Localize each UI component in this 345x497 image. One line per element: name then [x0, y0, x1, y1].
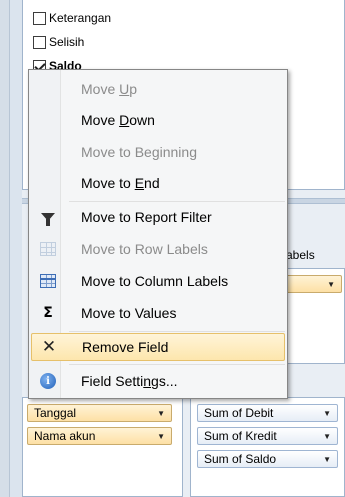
dropdown-arrow-icon[interactable]: ▼	[327, 280, 335, 289]
menu-item-label: Move Down	[81, 112, 155, 128]
pill-label: Sum of Kredit	[204, 429, 277, 443]
value-field-pill-debit[interactable]: Sum of Debit ▼	[197, 404, 338, 422]
menu-item-move-to-end[interactable]: Move to End	[31, 169, 285, 197]
field-label: Keterangan	[49, 11, 112, 25]
remove-icon: ✕	[41, 337, 57, 357]
column-labels-header: abels	[286, 248, 315, 262]
menu-item-move-to-report-filter[interactable]: Move to Report Filter	[31, 203, 285, 231]
value-field-pill-kredit[interactable]: Sum of Kredit ▼	[197, 427, 338, 445]
field-checkbox[interactable]	[33, 11, 46, 25]
row-field-pill-tanggal[interactable]: Tanggal ▼	[27, 404, 172, 422]
field-checkbox[interactable]	[33, 35, 46, 49]
menu-separator	[69, 364, 285, 365]
menu-separator	[69, 201, 285, 202]
field-item-selisih[interactable]: Selisih	[33, 32, 84, 52]
sigma-icon: Σ	[43, 305, 53, 321]
menu-item-label: Move to Values	[81, 305, 177, 321]
field-label: Selisih	[49, 35, 85, 49]
menu-item-move-down[interactable]: Move Down	[31, 106, 285, 134]
row-labels-zone[interactable]: Tanggal ▼ Nama akun ▼	[22, 397, 183, 497]
menu-item-field-settings[interactable]: i Field Settings...	[31, 367, 285, 395]
menu-item-label: Move to End	[81, 175, 160, 191]
menu-item-label: Move to Beginning	[81, 144, 197, 160]
menu-item-move-to-beginning[interactable]: Move to Beginning	[31, 138, 285, 166]
menu-item-move-to-row-labels[interactable]: Move to Row Labels	[31, 235, 285, 263]
pill-label: Sum of Debit	[204, 406, 274, 420]
menu-item-move-to-column-labels[interactable]: Move to Column Labels	[31, 267, 285, 295]
window-frame-left	[0, 0, 10, 497]
dropdown-arrow-icon[interactable]: ▼	[157, 432, 165, 441]
field-settings-icon: i	[39, 372, 57, 390]
dropdown-arrow-icon[interactable]: ▼	[157, 409, 165, 418]
menu-separator	[69, 331, 285, 332]
filter-icon	[39, 208, 57, 226]
values-zone[interactable]: Sum of Debit ▼ Sum of Kredit ▼ Sum of Sa…	[190, 397, 345, 497]
row-field-pill-nama-akun[interactable]: Nama akun ▼	[27, 427, 172, 445]
dropdown-arrow-icon[interactable]: ▼	[323, 409, 331, 418]
menu-item-move-to-values[interactable]: Σ Move to Values	[31, 299, 285, 327]
row-labels-icon	[39, 240, 57, 258]
dropdown-arrow-icon[interactable]: ▼	[323, 432, 331, 441]
column-labels-icon	[39, 272, 57, 290]
menu-item-label: Remove Field	[82, 339, 169, 355]
menu-item-remove-field[interactable]: ✕ Remove Field	[31, 333, 285, 361]
menu-item-label: Move Up	[81, 81, 138, 97]
dropdown-arrow-icon[interactable]: ▼	[323, 455, 331, 464]
pill-label: Nama akun	[34, 429, 96, 443]
pill-label: Sum of Saldo	[204, 452, 277, 466]
value-field-pill-saldo[interactable]: Sum of Saldo ▼	[197, 450, 338, 468]
pill-label: Tanggal	[34, 406, 77, 420]
menu-item-label: Move to Column Labels	[81, 273, 229, 289]
menu-item-label: Field Settings...	[81, 373, 178, 389]
menu-item-label: Move to Report Filter	[81, 209, 212, 225]
field-context-menu: Move Up Move Down Move to Beginning Move…	[28, 69, 288, 399]
field-item-keterangan[interactable]: Keterangan	[33, 8, 111, 28]
menu-item-move-up[interactable]: Move Up	[31, 75, 285, 103]
menu-item-label: Move to Row Labels	[81, 241, 208, 257]
